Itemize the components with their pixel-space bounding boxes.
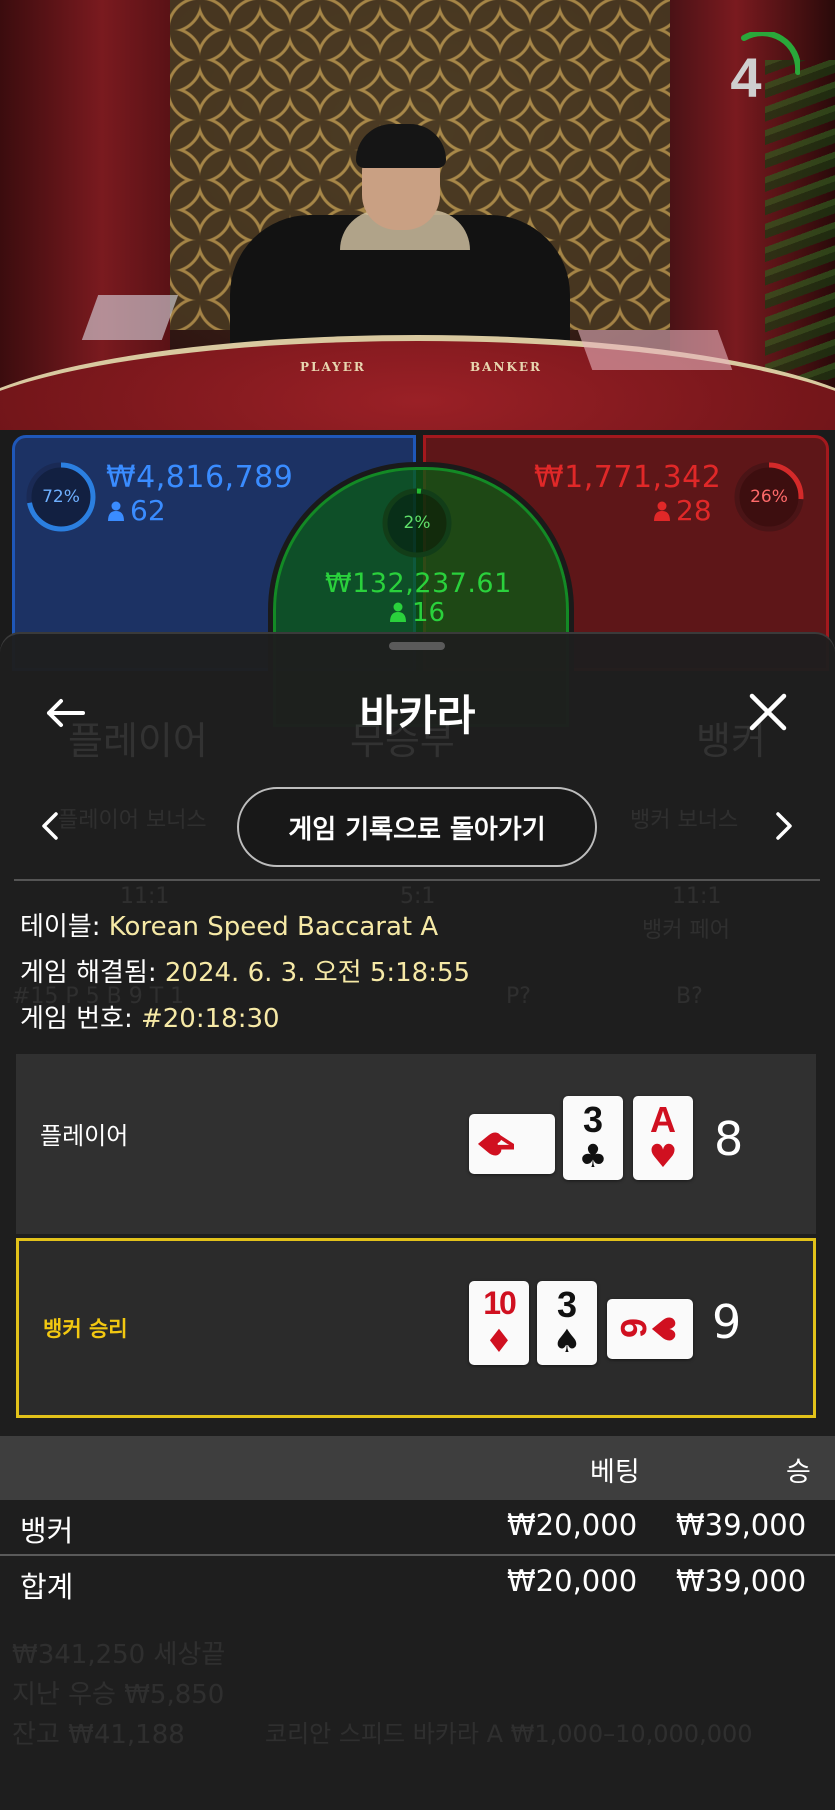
header-bet: 베팅 xyxy=(590,1457,640,1488)
banker-score: 9 xyxy=(712,1295,742,1349)
row-bet: ₩20,000 xyxy=(507,1564,638,1598)
person-icon xyxy=(654,501,670,521)
ghost-b-question: B? xyxy=(676,984,703,1009)
table-row: 뱅커 ₩20,000 ₩39,000 xyxy=(0,1500,835,1554)
ghost-player-bonus: 플레이어 보너스 xyxy=(58,808,207,833)
curtain-left xyxy=(0,0,170,400)
playing-card: 4 ♥ xyxy=(469,1114,555,1174)
ghost-p-question: P? xyxy=(506,984,531,1009)
person-icon xyxy=(390,602,406,622)
resolved-info: 게임 해결됨: 2024. 6. 3. 오전 5:18:55 xyxy=(20,958,471,988)
close-button[interactable] xyxy=(740,684,796,740)
playing-card: 10 ♦ xyxy=(469,1281,529,1365)
ghost-last-win: 지난 우승 ₩5,850 xyxy=(12,1680,225,1710)
tie-percent: 2% xyxy=(403,513,431,533)
playing-card: 6 ♥ xyxy=(607,1299,693,1359)
table-row: 합계 ₩20,000 ₩39,000 xyxy=(0,1556,835,1610)
countdown-timer: 4 xyxy=(730,46,762,109)
player-percent: 72% xyxy=(42,487,80,507)
row-label: 합계 xyxy=(20,1570,74,1604)
sheet-title: 바카라 xyxy=(359,691,476,740)
player-total-bet: ₩4,816,789 xyxy=(106,460,294,495)
table-label-player: PLAYER xyxy=(300,360,366,374)
ghost-balance: 잔고 ₩41,188 xyxy=(12,1720,185,1750)
chevron-right-icon[interactable] xyxy=(764,806,804,846)
row-label: 뱅커 xyxy=(20,1514,74,1548)
playing-card: A ♥ xyxy=(633,1096,693,1180)
game-history-sheet: 플레이어 무승부 뱅커 플레이어 보너스 뱅커 보너스 11:1 5:1 11:… xyxy=(0,634,835,1810)
playing-card: 3 ♠ xyxy=(537,1281,597,1365)
row-bet: ₩20,000 xyxy=(507,1508,638,1542)
table-label-banker: BANKER xyxy=(470,360,542,374)
player-score: 8 xyxy=(714,1112,744,1166)
tie-total-bet: ₩132,237.61 xyxy=(325,568,512,599)
banker-win-label: 뱅커 승리 xyxy=(43,1317,128,1341)
table-info: 테이블: Korean Speed Baccarat A xyxy=(20,912,439,942)
player-row-label: 플레이어 xyxy=(40,1122,129,1150)
bets-table-header: 베팅 승 xyxy=(0,1436,835,1500)
ghost-odds-banker-pair: 11:1 xyxy=(672,884,722,909)
ghost-table-limits: 코리안 스피드 바카라 A ₩1,000–10,000,000 xyxy=(265,1720,753,1748)
banker-total-bet: ₩1,771,342 xyxy=(534,460,722,495)
playing-card: 3 ♣ xyxy=(563,1096,623,1180)
ghost-banker-pair: 뱅커 페어 xyxy=(642,918,730,943)
banker-result-row: 뱅커 승리 10 ♦ 3 ♠ 6 ♥ 9 xyxy=(16,1238,816,1418)
game-number: #20:18:30 xyxy=(140,1004,280,1034)
back-to-history-button[interactable]: 게임 기록으로 돌아가기 xyxy=(237,787,597,867)
header-win: 승 xyxy=(786,1457,811,1488)
sheet-drag-handle[interactable] xyxy=(389,642,445,650)
person-icon xyxy=(108,501,124,521)
resolved-datetime: 2024. 6. 3. 오전 5:18:55 xyxy=(164,958,471,988)
player-result-row: 플레이어 4 ♥ 3 ♣ A ♥ 8 xyxy=(16,1054,816,1234)
banker-percent: 26% xyxy=(750,487,788,507)
ghost-banker-bonus: 뱅커 보너스 xyxy=(630,808,739,833)
banker-bettor-count: 28 xyxy=(654,494,712,527)
close-icon xyxy=(749,693,787,731)
table-name: Korean Speed Baccarat A xyxy=(108,912,439,942)
card-shoe-left xyxy=(81,295,179,340)
row-win: ₩39,000 xyxy=(676,1564,807,1598)
card-shoe-right xyxy=(577,330,733,370)
divider xyxy=(14,879,820,881)
ghost-balance-line: ₩341,250 세상끝 xyxy=(12,1640,226,1670)
row-win: ₩39,000 xyxy=(676,1508,807,1542)
live-video-feed: PLAYER BANKER 4 xyxy=(0,0,835,430)
tie-bettor-count: 16 xyxy=(390,598,445,628)
player-bettor-count: 62 xyxy=(108,494,166,527)
game-number-info: 게임 번호: #20:18:30 xyxy=(20,1004,280,1034)
chevron-left-icon[interactable] xyxy=(30,806,70,846)
